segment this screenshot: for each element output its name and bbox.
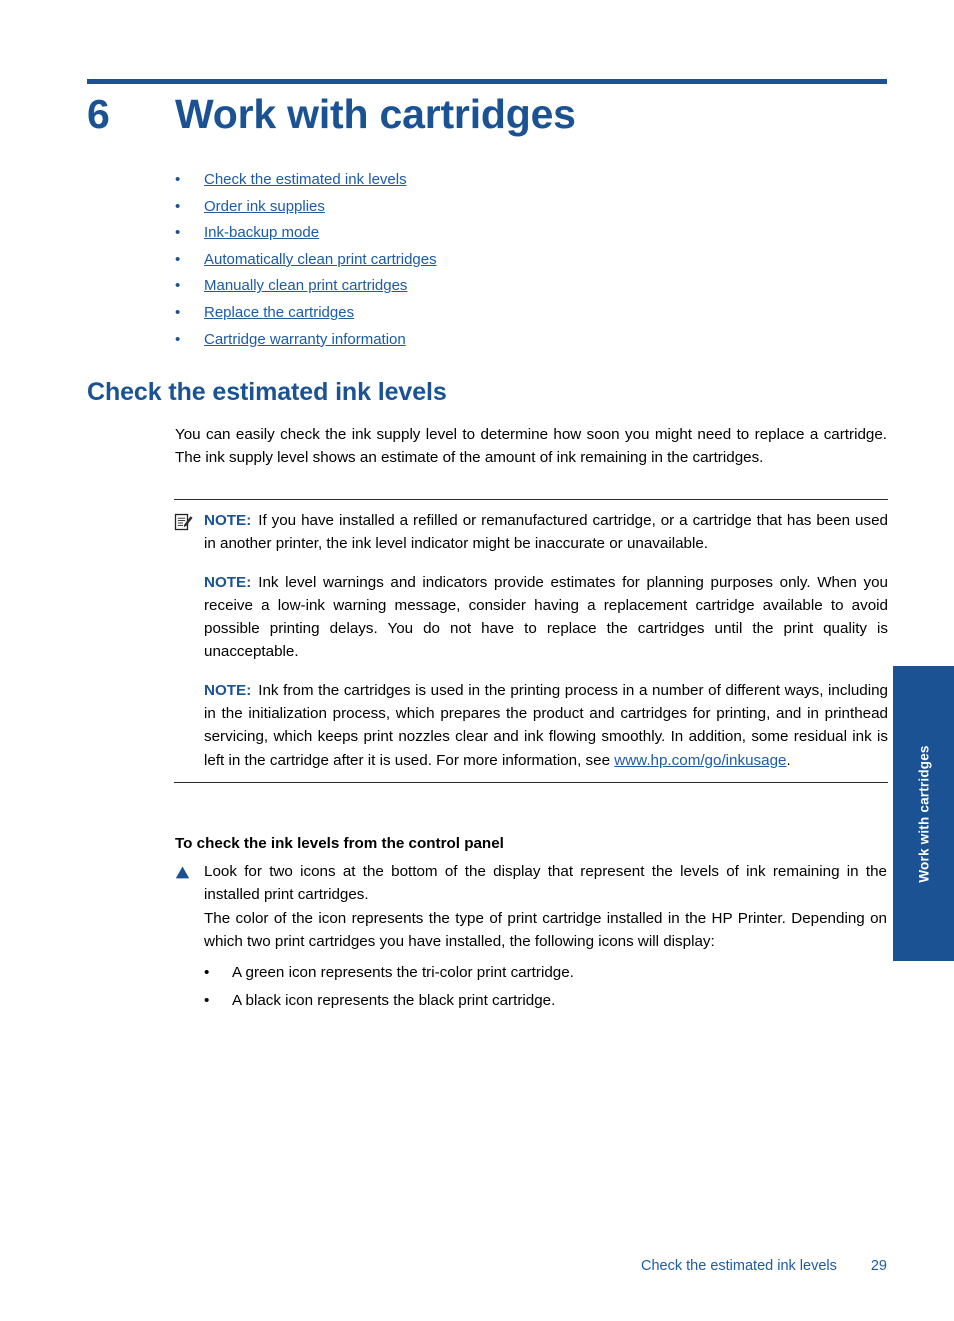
- bullet-icon: •: [175, 171, 181, 188]
- document-page: 6 Work with cartridges • Check the estim…: [0, 0, 954, 1321]
- list-item[interactable]: • Manually clean print cartridges: [175, 276, 875, 303]
- note-text-suffix: .: [786, 751, 791, 769]
- section-heading: Check the estimated ink levels: [87, 378, 447, 406]
- procedure-step: Look for two icons at the bottom of the …: [175, 860, 887, 1018]
- procedure-sub-list: • A green icon represents the tri-color …: [204, 961, 887, 1013]
- link-cartridge-warranty-information[interactable]: Cartridge warranty information: [204, 330, 406, 350]
- sub-item-label-green-icon: A green icon represents the tri-color pr…: [232, 964, 574, 982]
- link-hp-inkusage[interactable]: www.hp.com/go/inkusage: [614, 752, 786, 769]
- note-text: If you have installed a refilled or rema…: [204, 512, 888, 553]
- page-footer: Check the estimated ink levels 29: [0, 1258, 887, 1274]
- link-automatically-clean-print-cartridges[interactable]: Automatically clean print cartridges: [204, 250, 437, 270]
- link-replace-the-cartridges[interactable]: Replace the cartridges: [204, 303, 354, 323]
- bullet-icon: •: [204, 964, 210, 982]
- list-item[interactable]: • Order ink supplies: [175, 197, 875, 224]
- sub-item-label-black-icon: A black icon represents the black print …: [232, 992, 556, 1010]
- note-3: NOTE: Ink from the cartridges is used in …: [174, 679, 888, 772]
- note-label: NOTE:: [204, 512, 252, 529]
- bullet-icon: •: [175, 250, 181, 268]
- procedure-heading: To check the ink levels from the control…: [175, 835, 504, 852]
- procedure-paragraph-1: Look for two icons at the bottom of the …: [204, 863, 887, 904]
- note-1: NOTE: If you have installed a refilled or…: [174, 509, 888, 556]
- bullet-icon: •: [204, 992, 210, 1010]
- list-item[interactable]: • Cartridge warranty information: [175, 330, 875, 357]
- procedure-paragraph-2: The color of the icon represents the typ…: [204, 909, 887, 950]
- bullet-icon: •: [175, 197, 181, 215]
- footer-section-title: Check the estimated ink levels: [641, 1258, 837, 1274]
- section-intro-paragraph: You can easily check the ink supply leve…: [175, 426, 887, 467]
- list-item: • A black icon represents the black prin…: [204, 989, 887, 1012]
- triangle-bullet-icon: [175, 860, 204, 879]
- bullet-icon: •: [175, 277, 181, 295]
- bullet-icon: •: [175, 330, 181, 348]
- list-item[interactable]: • Ink-backup mode: [175, 223, 875, 250]
- chapter-number: 6: [87, 91, 110, 137]
- chapter-heading: 6 Work with cartridges: [87, 90, 897, 138]
- link-ink-backup-mode[interactable]: Ink-backup mode: [204, 223, 319, 243]
- note-icon: [174, 512, 194, 532]
- list-item[interactable]: • Replace the cartridges: [175, 303, 875, 330]
- list-item[interactable]: • Automatically clean print cartridges: [175, 250, 875, 277]
- note-label: NOTE:: [204, 681, 252, 699]
- note-block: NOTE: If you have installed a refilled or…: [174, 499, 888, 783]
- chapter-title: Work with cartridges: [175, 91, 576, 137]
- footer-page-number: 29: [870, 1258, 887, 1274]
- link-order-ink-supplies[interactable]: Order ink supplies: [204, 197, 325, 217]
- chapter-side-tab: Work with cartridges: [893, 666, 954, 961]
- side-tab-label: Work with cartridges: [916, 744, 931, 883]
- note-text: Ink level warnings and indicators provid…: [204, 573, 888, 661]
- link-manually-clean-print-cartridges[interactable]: Manually clean print cartridges: [204, 276, 407, 296]
- bullet-icon: •: [175, 303, 181, 321]
- list-item[interactable]: • Check the estimated ink levels: [175, 170, 875, 197]
- bullet-icon: •: [175, 224, 181, 242]
- list-item: • A green icon represents the tri-color …: [204, 961, 887, 984]
- chapter-link-list: • Check the estimated ink levels • Order…: [175, 170, 875, 356]
- note-label: NOTE:: [204, 573, 252, 591]
- note-2: NOTE: Ink level warnings and indicators p…: [174, 571, 888, 664]
- link-check-estimated-ink-levels[interactable]: Check the estimated ink levels: [204, 170, 407, 190]
- chapter-top-rule: [87, 79, 887, 84]
